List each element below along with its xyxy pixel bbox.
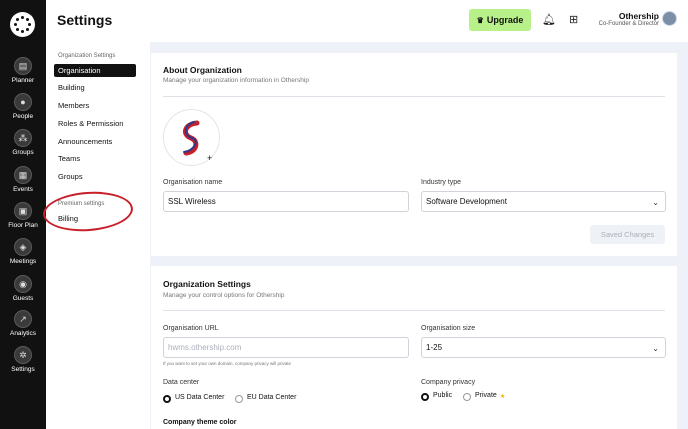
page-title: Settings bbox=[57, 12, 113, 28]
nav-item-building[interactable]: Building bbox=[54, 81, 85, 94]
org-url-hint: If you want to set your own domain, comp… bbox=[163, 361, 292, 366]
save-changes-button[interactable]: Saved Changes bbox=[590, 225, 665, 244]
events-icon: ▦ bbox=[14, 166, 32, 184]
industry-label: Industry type bbox=[421, 179, 462, 186]
user-name: Othership bbox=[618, 11, 659, 21]
public-radio[interactable] bbox=[421, 393, 429, 401]
eu-data-center-label: EU Data Center bbox=[247, 394, 297, 401]
eu-data-center-radio[interactable] bbox=[235, 395, 243, 403]
chevron-down-icon: ⌄ bbox=[652, 344, 659, 353]
company-privacy-label: Company privacy bbox=[421, 379, 476, 386]
nav-item-roles-permission[interactable]: Roles & Permission bbox=[54, 117, 123, 130]
upgrade-label: Upgrade bbox=[486, 15, 524, 25]
rail-item-events[interactable]: ▦ Events bbox=[0, 166, 46, 193]
avatar[interactable] bbox=[662, 11, 677, 26]
crown-icon: ♛ bbox=[476, 15, 484, 25]
rail-item-analytics[interactable]: ↗ Analytics bbox=[0, 310, 46, 337]
rail-item-floor-plan[interactable]: ▣ Floor Plan bbox=[0, 202, 46, 229]
org-url-field[interactable]: hwms.othership.com bbox=[163, 337, 409, 358]
private-label: Private bbox=[475, 392, 497, 399]
settings-icon: ✲ bbox=[14, 346, 32, 364]
apps-grid-icon[interactable]: ⊞ bbox=[569, 13, 578, 26]
app-sidebar: ▤ Planner ● People ⁂ Groups ▦ Events ▣ F… bbox=[0, 0, 46, 429]
nav-item-organisation[interactable]: Organisation bbox=[54, 64, 136, 77]
org-settings-divider bbox=[163, 310, 665, 311]
rail-item-meetings[interactable]: ◈ Meetings bbox=[0, 238, 46, 265]
meetings-icon: ◈ bbox=[14, 238, 32, 256]
analytics-icon: ↗ bbox=[14, 310, 32, 328]
private-radio[interactable] bbox=[463, 393, 471, 401]
org-name-label: Organisation name bbox=[163, 179, 223, 186]
add-logo-icon[interactable]: + bbox=[207, 153, 212, 163]
org-settings-subtitle: Manage your control options for Othershi… bbox=[163, 292, 285, 299]
industry-select[interactable]: Software Development ⌄ bbox=[421, 191, 666, 212]
app-logo-icon[interactable] bbox=[10, 12, 35, 37]
us-data-center-radio[interactable] bbox=[163, 395, 171, 403]
us-data-center-label: US Data Center bbox=[175, 394, 225, 401]
public-label: Public bbox=[433, 392, 453, 399]
about-subtitle: Manage your organization information in … bbox=[163, 77, 309, 84]
people-icon: ● bbox=[14, 93, 32, 111]
guests-icon: ◉ bbox=[14, 275, 32, 293]
premium-star-icon: ★ bbox=[500, 394, 506, 400]
nav-item-members[interactable]: Members bbox=[54, 99, 89, 112]
rail-item-groups[interactable]: ⁂ Groups bbox=[0, 129, 46, 156]
industry-value: Software Development bbox=[426, 197, 507, 206]
rail-item-people[interactable]: ● People bbox=[0, 93, 46, 120]
theme-color-label: Company theme color bbox=[163, 419, 237, 426]
nav-section-organization: Organization Settings bbox=[58, 53, 116, 59]
org-url-label: Organisation URL bbox=[163, 325, 219, 332]
org-size-select[interactable]: 1-25 ⌄ bbox=[421, 337, 666, 358]
about-title: About Organization bbox=[163, 65, 242, 75]
groups-icon: ⁂ bbox=[14, 129, 32, 147]
about-organization-card: About Organization Manage your organizat… bbox=[151, 53, 677, 256]
bell-icon[interactable]: 🔔︎ bbox=[542, 13, 556, 26]
rail-item-planner[interactable]: ▤ Planner bbox=[0, 57, 46, 84]
rail-item-guests[interactable]: ◉ Guests bbox=[0, 275, 46, 302]
chevron-down-icon: ⌄ bbox=[652, 198, 659, 207]
nav-item-groups[interactable]: Groups bbox=[54, 170, 83, 183]
data-center-label: Data center bbox=[163, 379, 200, 386]
planner-icon: ▤ bbox=[14, 57, 32, 75]
about-divider bbox=[163, 96, 665, 97]
nav-item-teams[interactable]: Teams bbox=[54, 152, 80, 165]
annotation-ellipse bbox=[41, 188, 135, 235]
upgrade-button[interactable]: ♛ Upgrade bbox=[469, 9, 531, 31]
org-settings-title: Organization Settings bbox=[163, 279, 251, 289]
user-role: Co-Founder & Director bbox=[598, 21, 659, 27]
nav-item-announcements[interactable]: Announcements bbox=[54, 135, 112, 148]
floor-plan-icon: ▣ bbox=[14, 202, 32, 220]
org-name-field[interactable]: SSL Wireless bbox=[163, 191, 409, 212]
org-size-label: Organisation size bbox=[421, 325, 476, 332]
org-size-value: 1-25 bbox=[426, 343, 443, 352]
rail-item-settings[interactable]: ✲ Settings bbox=[0, 346, 46, 373]
organization-settings-card: Organization Settings Manage your contro… bbox=[151, 266, 677, 429]
